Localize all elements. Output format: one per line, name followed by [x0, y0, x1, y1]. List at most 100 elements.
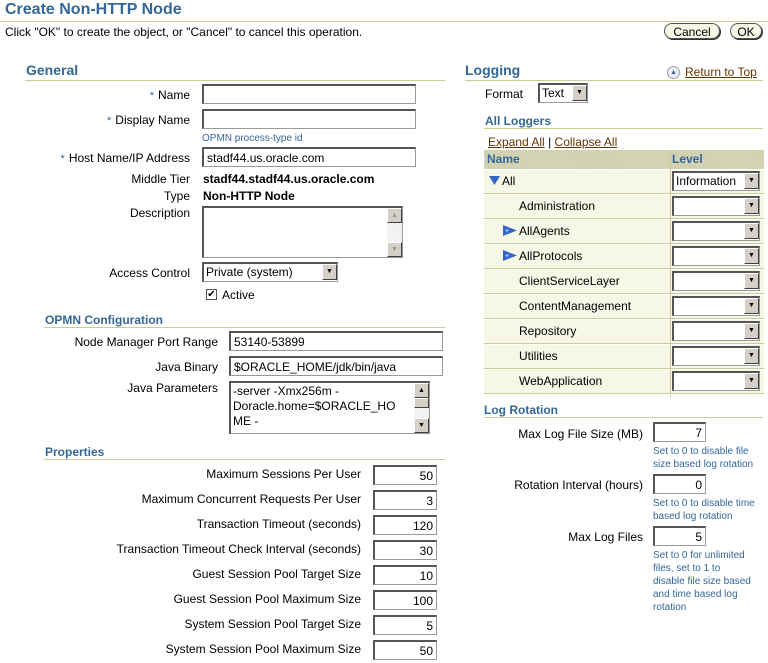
java-params-scrollbar[interactable]: ▲ ▼	[414, 383, 429, 433]
logger-level-select[interactable]: ▼	[672, 246, 760, 266]
cancel-button[interactable]: Cancel	[664, 23, 720, 39]
general-heading: General	[26, 62, 79, 78]
logger-level-select[interactable]: Information ▼	[672, 171, 760, 191]
table-column-divider	[670, 150, 671, 397]
description-scrollbar[interactable]: ▲ ▼	[387, 208, 402, 257]
expand-collapse-links: Expand All | Collapse All	[488, 135, 617, 149]
up-arrow-icon: ▲	[667, 66, 680, 80]
collapsed-triangle-icon[interactable]: +	[503, 249, 517, 264]
logger-name: + AllAgents	[503, 224, 570, 239]
scroll-down-icon[interactable]: ▼	[387, 242, 402, 257]
logger-name: Utilities	[519, 349, 558, 363]
max-log-files-input[interactable]	[653, 526, 706, 546]
chevron-down-icon: ▼	[744, 273, 759, 289]
logger-level-select[interactable]: ▼	[672, 196, 760, 216]
logger-row: Utilities ▼	[484, 345, 764, 369]
logger-name: + AllProtocols	[503, 249, 583, 264]
property-label: Guest Session Pool Target Size	[192, 567, 361, 581]
display-name-input[interactable]	[202, 109, 416, 129]
description-textarea[interactable]: ▲ ▼	[202, 206, 403, 258]
type-label: Type	[163, 189, 190, 203]
return-to-top-link[interactable]: ▲ Return to Top	[667, 65, 757, 80]
logger-row: All Information ▼	[484, 170, 764, 194]
host-label: * Host Name/IP Address	[60, 151, 190, 165]
max-log-size-input[interactable]	[653, 422, 706, 442]
logger-level-select[interactable]: ▼	[672, 296, 760, 316]
scroll-thumb[interactable]	[414, 398, 429, 408]
property-label: Transaction Timeout (seconds)	[196, 517, 361, 531]
port-range-input[interactable]	[229, 331, 443, 351]
rotation-interval-hint: Set to 0 to disable time based log rotati…	[653, 498, 755, 522]
logger-name: WebApplication	[519, 374, 603, 388]
access-control-label: Access Control	[109, 266, 190, 280]
type-value: Non-HTTP Node	[203, 189, 295, 203]
rotation-interval-label: Rotation Interval (hours)	[514, 478, 643, 492]
property-input[interactable]	[373, 640, 437, 660]
middle-tier-label: Middle Tier	[131, 172, 190, 186]
host-input[interactable]	[202, 147, 416, 167]
loggers-table-header: Name Level	[484, 150, 764, 169]
expand-all-link[interactable]: Expand All	[488, 135, 545, 149]
property-label: Guest Session Pool Maximum Size	[173, 592, 361, 606]
property-input[interactable]	[373, 465, 437, 485]
logger-row: Repository ▼	[484, 320, 764, 344]
log-rotation-heading: Log Rotation	[484, 403, 558, 417]
java-binary-label: Java Binary	[155, 360, 218, 374]
logger-level-select[interactable]: ▼	[672, 221, 760, 241]
properties-divider	[44, 459, 445, 460]
expanded-triangle-icon[interactable]	[489, 175, 500, 189]
property-label: Maximum Sessions Per User	[206, 467, 361, 481]
port-range-label: Node Manager Port Range	[74, 335, 218, 349]
required-marker: *	[60, 153, 65, 165]
property-input[interactable]	[373, 615, 437, 635]
property-label: Maximum Concurrent Requests Per User	[141, 492, 361, 506]
link-separator: |	[548, 135, 552, 149]
property-input[interactable]	[373, 590, 437, 610]
chevron-down-icon: ▼	[744, 223, 759, 239]
logger-row: ContentManagement ▼	[484, 295, 764, 319]
general-divider	[25, 80, 445, 81]
rotation-interval-input[interactable]	[653, 474, 706, 494]
java-binary-input[interactable]	[229, 356, 443, 376]
required-marker: *	[149, 90, 154, 102]
page-title: Create Non-HTTP Node	[5, 1, 182, 18]
logger-name: All	[489, 174, 515, 189]
scroll-up-icon[interactable]: ▲	[414, 383, 429, 398]
scroll-down-icon[interactable]: ▼	[414, 418, 429, 433]
chevron-down-icon: ▼	[744, 248, 759, 264]
logger-level-select[interactable]: ▼	[672, 346, 760, 366]
logger-level-select[interactable]: ▼	[672, 321, 760, 341]
max-log-size-label: Max Log File Size (MB)	[518, 427, 643, 441]
svg-text:+: +	[505, 228, 509, 235]
property-input[interactable]	[373, 540, 437, 560]
name-input[interactable]	[202, 84, 416, 104]
access-control-select[interactable]: Private (system) ▼	[202, 262, 338, 282]
property-input[interactable]	[373, 565, 437, 585]
logger-name: Administration	[519, 199, 596, 213]
properties-heading: Properties	[45, 445, 105, 459]
logger-row: Administration ▼	[484, 195, 764, 219]
scroll-up-icon[interactable]: ▲	[387, 208, 402, 223]
format-label: Format	[485, 87, 524, 101]
ok-button[interactable]: OK	[730, 23, 762, 39]
logger-row: WebApplication ▼	[484, 370, 764, 394]
chevron-down-icon: ▼	[744, 298, 759, 314]
active-label: Active	[222, 288, 255, 302]
format-select[interactable]: Text ▼	[538, 83, 588, 103]
svg-text:+: +	[505, 253, 509, 260]
property-input[interactable]	[373, 490, 437, 510]
required-marker: *	[107, 115, 112, 127]
java-params-label: Java Parameters	[127, 381, 218, 395]
property-input[interactable]	[373, 515, 437, 535]
property-label: Transaction Timeout Check Interval (seco…	[116, 542, 361, 556]
logger-level-select[interactable]: ▼	[672, 271, 760, 291]
collapsed-triangle-icon[interactable]: +	[503, 224, 517, 239]
opmn-divider	[44, 327, 445, 328]
active-checkbox[interactable]: ✔	[206, 289, 217, 300]
instructions-text: Click "OK" to create the object, or "Can…	[5, 25, 363, 39]
chevron-down-icon: ▼	[744, 198, 759, 214]
logger-level-select[interactable]: ▼	[672, 371, 760, 391]
collapse-all-link[interactable]: Collapse All	[555, 135, 618, 149]
logging-divider	[465, 80, 763, 81]
java-params-textarea[interactable]: -server -Xmx256m - Doracle.home=$ORACLE_…	[229, 381, 430, 434]
